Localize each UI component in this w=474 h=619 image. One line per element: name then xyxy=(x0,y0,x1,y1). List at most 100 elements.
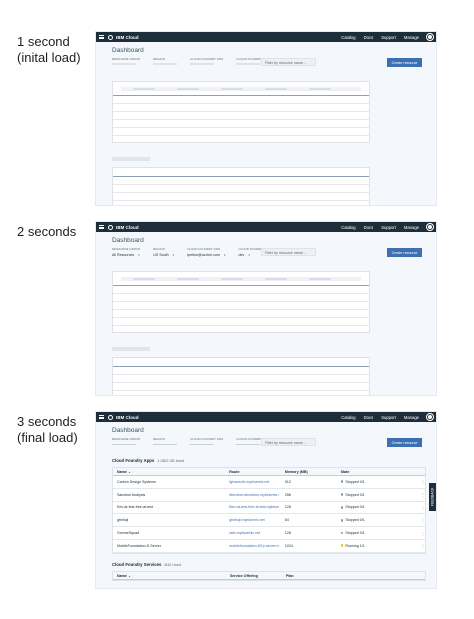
search-input[interactable]: Filter by resource name... xyxy=(261,58,316,66)
skeleton-row xyxy=(113,382,369,383)
overflow-menu-icon[interactable]: ⋮ xyxy=(421,531,425,536)
top-nav-bar: IBM Cloud Catalog Docs Support Manage xyxy=(96,32,436,42)
skeleton-row xyxy=(113,192,369,193)
skeleton-row xyxy=(113,184,369,185)
skeleton-row xyxy=(113,103,369,104)
column-header-name[interactable]: Name ▴ xyxy=(113,574,226,578)
top-nav-bar: IBM Cloud Catalog Docs Support Manage xyxy=(96,412,436,422)
app-state: Stopped 0/1 xyxy=(345,492,365,497)
overflow-menu-icon[interactable]: ⋮ xyxy=(421,518,425,523)
create-resource-button[interactable]: Create resource xyxy=(387,58,422,67)
step-label-2: 2 seconds xyxy=(17,224,76,240)
search-input[interactable]: Filter by resource name... xyxy=(261,248,316,256)
overflow-menu-icon[interactable]: ⋮ xyxy=(421,505,425,510)
create-resource-button[interactable]: Create resource xyxy=(387,438,422,447)
filter-region[interactable]: REGION xyxy=(153,437,178,445)
avatar[interactable] xyxy=(426,33,434,41)
filter-cf-org[interactable]: CLOUD FOUNDRY ORG xyxy=(190,437,223,445)
column-header-name[interactable]: Name ▴ xyxy=(113,470,225,474)
app-route-link[interactable]: fkev-at-test-free-at-test.mybluemix.net xyxy=(229,505,279,509)
search-input[interactable]: Filter by resource name... xyxy=(261,438,316,446)
app-memory: 256 xyxy=(284,492,291,497)
table-row[interactable]: Kev-at-test-free-at-test fkev-at-test-fre… xyxy=(113,502,425,515)
brand-name[interactable]: IBM Cloud xyxy=(116,35,139,40)
filter-cf-org[interactable]: CLOUD FOUNDRY ORG tpelton@us.ibm.com ▾ xyxy=(187,247,225,257)
app-memory: 64 xyxy=(284,518,289,523)
chevron-down-icon: ▾ xyxy=(138,252,140,257)
overflow-menu-icon[interactable]: ⋮ xyxy=(421,479,425,484)
table-row[interactable]: GnomeSquad labs.mybluemix.net 128 Stopped 0… xyxy=(113,527,425,540)
nav-docs[interactable]: Docs xyxy=(364,35,374,40)
column-header-route[interactable]: Route xyxy=(225,470,281,474)
skeleton-section-title xyxy=(112,157,150,161)
filter-bar: RESOURCE GROUP REGION CLOUD FOUNDRY ORG … xyxy=(112,437,273,445)
filter-label: REGION xyxy=(153,247,165,251)
feedback-tab[interactable]: FEEDBACK xyxy=(429,483,436,511)
nav-catalog[interactable]: Catalog xyxy=(341,35,355,40)
skeleton-row xyxy=(113,317,369,318)
nav-catalog[interactable]: Catalog xyxy=(341,225,355,230)
skeleton-header xyxy=(121,87,361,91)
step-label-1: 1 second (inital load) xyxy=(17,34,81,66)
avatar[interactable] xyxy=(426,413,434,421)
nav-docs[interactable]: Docs xyxy=(364,225,374,230)
menu-icon[interactable] xyxy=(99,225,104,229)
filter-cf-org[interactable]: CLOUD FOUNDRY ORG xyxy=(190,57,223,66)
skeleton-row xyxy=(113,111,369,112)
skeleton-header xyxy=(121,277,361,281)
column-header-state[interactable]: State xyxy=(337,470,421,474)
create-resource-button[interactable]: Create resource xyxy=(387,248,422,257)
filter-region[interactable]: REGION US South ▾ xyxy=(153,247,174,257)
skeleton-table-services xyxy=(112,167,370,205)
nav-support[interactable]: Support xyxy=(381,415,396,420)
brand-name[interactable]: IBM Cloud xyxy=(116,225,139,230)
column-header-memory[interactable]: Memory (MB) xyxy=(281,470,337,474)
nav-catalog[interactable]: Catalog xyxy=(341,415,355,420)
overflow-menu-icon[interactable]: ⋮ xyxy=(421,492,425,497)
table-row[interactable]: MobileFoundation-S-Server mobilefoundatio… xyxy=(113,540,425,553)
table-row[interactable]: Carbon Design Systems fghaoeoth.mybluemix… xyxy=(113,476,425,489)
filter-resource-group[interactable]: RESOURCE GROUP xyxy=(112,437,140,445)
skeleton-accent-line xyxy=(113,285,369,286)
menu-icon[interactable] xyxy=(99,415,104,419)
app-route-link[interactable]: fderckne-dhoetuhs.mybluemix.net xyxy=(229,493,279,497)
nav-manage[interactable]: Manage xyxy=(404,35,419,40)
app-route-link[interactable]: fghaoeoth.mybluemix.net xyxy=(229,480,279,484)
nav-manage[interactable]: Manage xyxy=(404,225,419,230)
skeleton-row xyxy=(113,374,369,375)
avatar[interactable] xyxy=(426,223,434,231)
skeleton-row xyxy=(113,293,369,294)
skeleton-row xyxy=(113,390,369,391)
app-memory: 1024 xyxy=(284,543,293,548)
nav-support[interactable]: Support xyxy=(381,225,396,230)
nav-manage[interactable]: Manage xyxy=(404,415,419,420)
filter-label: REGION xyxy=(153,57,165,61)
table-row[interactable]: Sanction Analysis fderckne-dhoetuhs.myblu… xyxy=(113,489,425,502)
nav-support[interactable]: Support xyxy=(381,35,396,40)
menu-icon[interactable] xyxy=(99,35,104,39)
filter-resource-group[interactable]: RESOURCE GROUP xyxy=(112,57,141,66)
nav-docs[interactable]: Docs xyxy=(364,415,374,420)
app-name: MobileFoundation-S-Server xyxy=(117,543,161,548)
filter-resource-group[interactable]: RESOURCE GROUP All Resources ▾ xyxy=(112,247,140,257)
filter-placeholder xyxy=(112,62,136,66)
app-route-link[interactable]: labs.mybluemix.net xyxy=(229,531,279,535)
filter-value: All Resources xyxy=(112,252,135,257)
step-label-3-caption: (final load) xyxy=(17,430,78,445)
overflow-menu-icon[interactable]: ⋮ xyxy=(421,543,425,548)
filter-value: dev xyxy=(238,252,245,257)
column-header-plan[interactable]: Plan xyxy=(282,574,338,578)
app-route-link[interactable]: mobilefoundation-8i7p-server.mybluemix.n… xyxy=(229,544,279,548)
table-row[interactable]: ghelloji ghelloji.mybluemix.net 64 Stopped … xyxy=(113,514,425,528)
brand-name[interactable]: IBM Cloud xyxy=(116,415,139,420)
services-title: Cloud Foundry Services xyxy=(112,562,162,567)
app-route-link[interactable]: ghelloji.mybluemix.net xyxy=(229,518,279,522)
screenshot-final-load: IBM Cloud Catalog Docs Support Manage Da… xyxy=(95,411,437,589)
filter-region[interactable]: REGION xyxy=(153,57,178,66)
top-nav-bar: IBM Cloud Catalog Docs Support Manage xyxy=(96,222,436,232)
skeleton-row xyxy=(113,200,369,201)
app-name: ghelloji xyxy=(117,518,129,523)
filter-label: RESOURCE GROUP xyxy=(112,57,141,61)
column-header-service-offering[interactable]: Service Offering xyxy=(226,574,282,578)
filter-placeholder xyxy=(153,62,178,66)
